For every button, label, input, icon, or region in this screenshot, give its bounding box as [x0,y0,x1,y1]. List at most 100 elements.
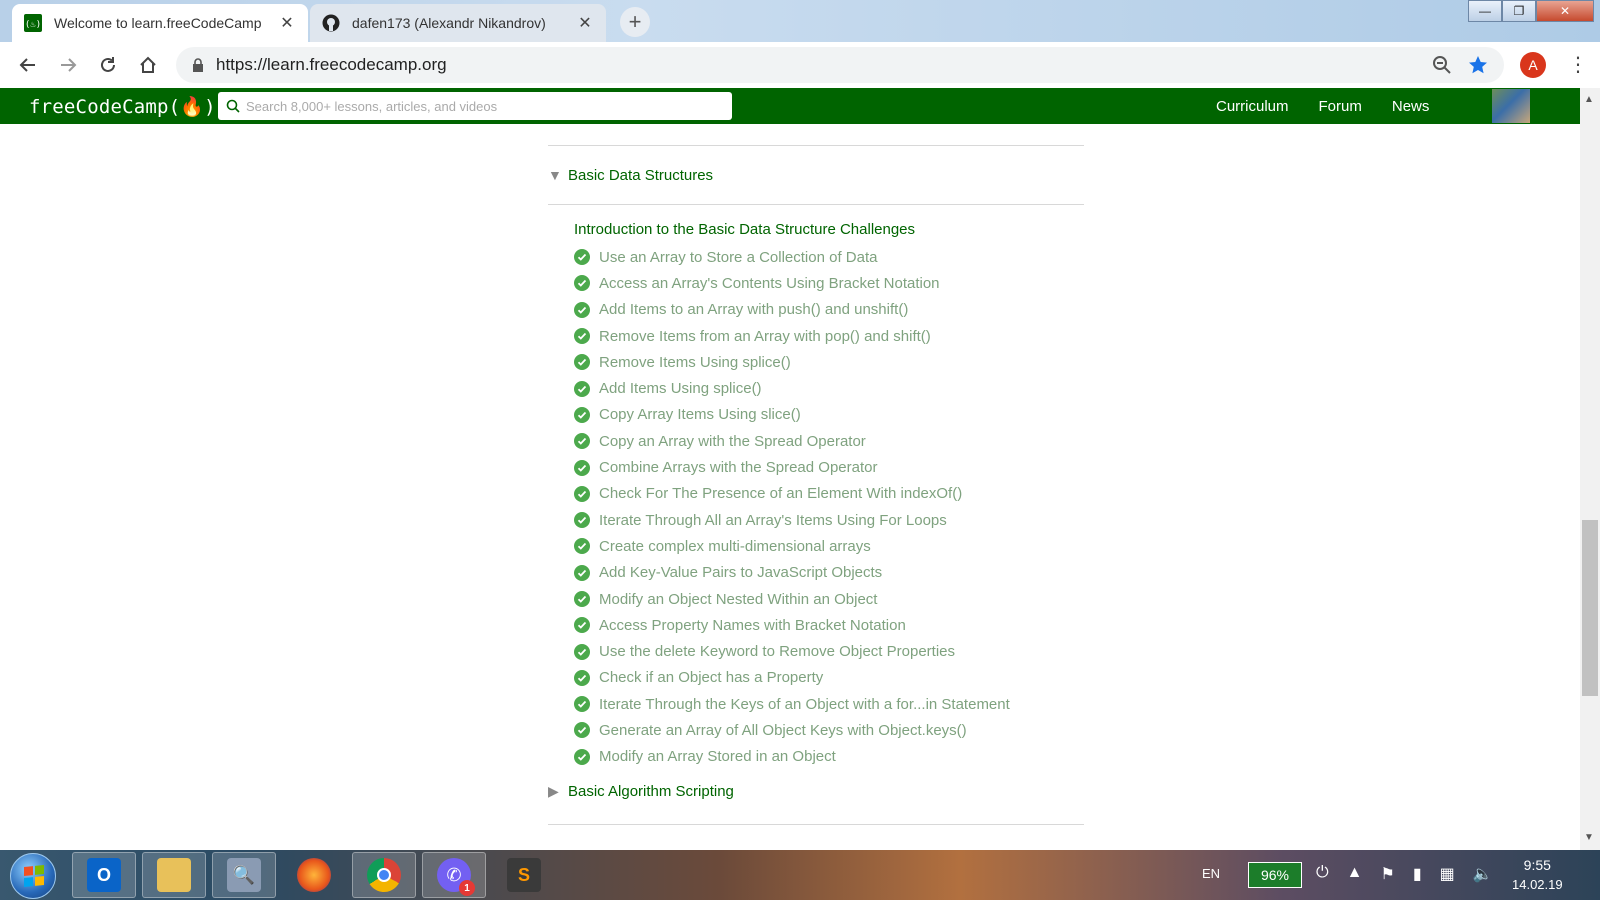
taskbar-viber[interactable]: ✆ 1 [422,852,486,898]
challenge-item[interactable]: Remove Items from an Array with pop() an… [574,323,1084,349]
check-circle-icon [574,301,590,318]
divider [548,204,1084,205]
check-circle-icon [574,433,590,450]
challenge-label: Copy an Array with the Spread Operator [599,432,866,450]
challenge-item[interactable]: Access Property Names with Bracket Notat… [574,612,1084,638]
zoom-icon[interactable] [1432,55,1452,75]
challenge-label: Access an Array's Contents Using Bracket… [599,274,940,292]
challenge-item[interactable]: Create complex multi-dimensional arrays [574,533,1084,559]
challenge-label: Add Key-Value Pairs to JavaScript Object… [599,564,883,582]
svg-text:(♨): (♨) [25,20,41,30]
close-window-button[interactable]: ✕ [1536,0,1594,22]
search-input[interactable] [246,98,716,114]
taskbar-file-explorer[interactable] [142,852,206,898]
taskbar-network-tool[interactable]: 🔍 [212,852,276,898]
tab-freecodecamp[interactable]: (♨) Welcome to learn.freeCodeCamp ✕ [12,4,308,42]
tab-github[interactable]: dafen173 (Alexandr Nikandrov) ✕ [310,4,606,42]
battery-indicator[interactable]: 96% [1248,862,1302,888]
language-indicator[interactable]: EN [1202,866,1220,881]
user-avatar[interactable] [1492,89,1530,123]
fcc-search-box[interactable] [218,92,732,120]
action-center-flag-icon[interactable]: ⚑ [1381,864,1395,884]
challenge-label: Copy Array Items Using slice() [599,406,801,424]
github-favicon-icon [322,14,340,32]
challenge-item[interactable]: Copy Array Items Using slice() [574,402,1084,428]
clock-time: 9:55 [1523,857,1551,873]
file-explorer-icon [157,858,191,892]
scroll-down-icon[interactable]: ▼ [1584,832,1594,843]
challenge-item[interactable]: Add Key-Value Pairs to JavaScript Object… [574,560,1084,586]
profile-avatar[interactable]: A [1520,52,1546,78]
challenge-item[interactable]: Generate an Array of All Object Keys wit… [574,717,1084,743]
tab-close-icon[interactable]: ✕ [576,13,594,33]
power-plug-icon[interactable]: ⏻ [1316,864,1329,884]
check-circle-icon [574,249,590,266]
home-icon [140,56,156,73]
nav-news-link[interactable]: News [1392,98,1430,115]
bookmark-star-icon[interactable] [1468,55,1488,75]
taskbar-outlook[interactable]: O [72,852,136,898]
taskbar-sublime-text[interactable]: S [492,852,556,898]
new-tab-button[interactable]: + [620,7,650,37]
challenge-item[interactable]: Use the delete Keyword to Remove Object … [574,638,1084,664]
back-button[interactable] [8,45,48,85]
challenge-item[interactable]: Access an Array's Contents Using Bracket… [574,270,1084,296]
challenge-item[interactable]: Modify an Array Stored in an Object [574,744,1084,770]
challenge-label: Combine Arrays with the Spread Operator [599,459,878,477]
challenge-item[interactable]: Modify an Object Nested Within an Object [574,586,1084,612]
challenge-item[interactable]: Add Items to an Array with push() and un… [574,297,1084,323]
fcc-logo[interactable]: freeCodeCamp(🔥) [29,95,216,118]
challenge-item[interactable]: Check if an Object has a Property [574,665,1084,691]
maximize-button[interactable]: ❐ [1502,0,1536,22]
intro-link[interactable]: Introduction to the Basic Data Structure… [574,221,1084,238]
scrollbar-thumb[interactable] [1582,520,1598,696]
minimize-button[interactable]: — [1468,0,1502,22]
browser-menu-icon[interactable]: ⋮ [1568,50,1588,80]
start-button[interactable] [10,853,56,899]
outlook-icon: O [87,858,121,892]
check-circle-icon [574,748,590,765]
arrow-left-icon [19,58,35,72]
challenge-item[interactable]: Remove Items Using splice() [574,349,1084,375]
block-basic-algorithm-scripting[interactable]: ▶ Basic Algorithm Scripting [548,772,1084,812]
challenge-label: Modify an Object Nested Within an Object [599,590,878,608]
network-tool-icon: 🔍 [227,858,261,892]
volume-muted-icon[interactable]: 🔈 [1473,864,1493,884]
tab-close-icon[interactable]: ✕ [278,13,296,33]
firefox-icon [297,858,331,892]
window-controls: — ❐ ✕ [1468,0,1594,22]
system-tray: ⏻ ▲ ⚑ ▮ ▦ 🔈 [1316,864,1493,884]
usb-device-icon[interactable]: ▮ [1413,864,1422,884]
challenge-label: Use the delete Keyword to Remove Object … [599,643,956,661]
show-hidden-icons-icon[interactable]: ▲ [1347,864,1363,884]
challenge-label: Remove Items from an Array with pop() an… [599,327,931,345]
taskbar-chrome[interactable] [352,852,416,898]
challenge-item[interactable]: Iterate Through All an Array's Items Usi… [574,507,1084,533]
home-button[interactable] [128,45,168,85]
network-icon[interactable]: ▦ [1440,864,1455,884]
block-title: Basic Algorithm Scripting [568,783,734,801]
challenge-item[interactable]: Use an Array to Store a Collection of Da… [574,244,1084,270]
scroll-up-icon[interactable]: ▲ [1584,94,1594,105]
challenge-label: Add Items Using splice() [599,380,762,398]
challenge-label: Generate an Array of All Object Keys wit… [599,721,967,739]
page-scrollbar[interactable]: ▲ ▼ [1580,88,1600,850]
divider [548,823,1084,825]
forward-button[interactable] [48,45,88,85]
taskbar-firefox[interactable] [282,852,346,898]
challenge-item[interactable]: Combine Arrays with the Spread Operator [574,454,1084,480]
block-basic-data-structures[interactable]: ▼ Basic Data Structures [548,146,1084,204]
challenge-item[interactable]: Iterate Through the Keys of an Object wi… [574,691,1084,717]
address-bar[interactable]: https://learn.freecodecamp.org [176,47,1504,83]
challenge-item[interactable]: Copy an Array with the Spread Operator [574,428,1084,454]
challenge-item[interactable]: Check For The Presence of an Element Wit… [574,481,1084,507]
system-clock[interactable]: 9:55 14.02.19 [1512,856,1563,894]
check-circle-icon [574,617,590,634]
reload-button[interactable] [88,45,128,85]
arrow-right-icon [61,58,77,72]
check-circle-icon [574,696,590,713]
nav-curriculum-link[interactable]: Curriculum [1216,98,1289,115]
nav-forum-link[interactable]: Forum [1319,98,1362,115]
challenge-label: Access Property Names with Bracket Notat… [599,616,906,634]
challenge-item[interactable]: Add Items Using splice() [574,375,1084,401]
